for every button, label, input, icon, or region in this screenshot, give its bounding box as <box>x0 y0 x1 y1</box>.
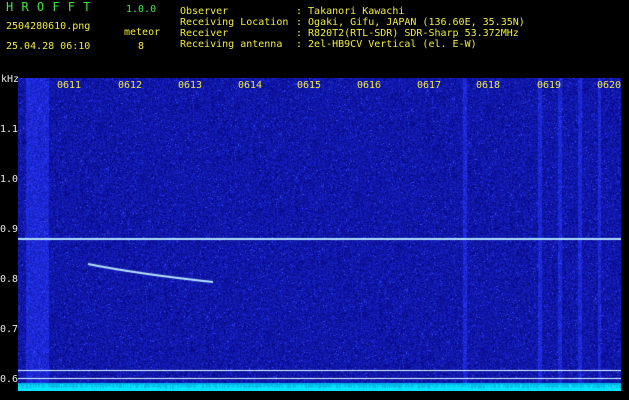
time-tick-label: 0613 <box>178 80 203 91</box>
time-tick-label: 0614 <box>238 80 263 91</box>
receiver-value: : R820T2(RTL-SDR) SDR-Sharp 53.372MHz <box>296 28 519 39</box>
freq-tick-label: 1.1 <box>0 124 19 135</box>
antenna-value: : 2el-HB9CV Vertical (el. E-W) <box>296 39 477 50</box>
time-tick-label: 0618 <box>476 80 501 91</box>
observer-value: : Takanori Kawachi <box>296 6 405 17</box>
app-title: H R O F F T <box>6 0 91 14</box>
observer-label: Observer <box>180 6 229 17</box>
location-label: Receiving Location <box>180 17 289 28</box>
file-name: 2504280610.png <box>6 21 91 32</box>
freq-tick-label: 0.9 <box>0 224 19 235</box>
meteor-count: 8 <box>138 41 145 52</box>
antenna-label: Receiving antenna <box>180 39 283 50</box>
app-version: 1.0.0 <box>126 4 157 15</box>
time-tick-label: 0615 <box>297 80 322 91</box>
date-time: 25.04.28 06:10 <box>6 41 91 52</box>
freq-tick-label: 0.6 <box>0 374 19 385</box>
freq-tick-label: 0.8 <box>0 274 19 285</box>
time-tick-label: 0619 <box>537 80 562 91</box>
header-panel: H R O F F T 1.0.0 2504280610.png 25.04.2… <box>0 0 629 76</box>
freq-tick-label: 0.7 <box>0 324 19 335</box>
time-tick-label: 0612 <box>118 80 143 91</box>
location-value: : Ogaki, Gifu, JAPAN (136.60E, 35.35N) <box>296 17 525 28</box>
time-tick-label: 0617 <box>417 80 442 91</box>
spectrogram <box>18 78 621 391</box>
freq-tick-label: 1.0 <box>0 174 19 185</box>
receiver-label: Receiver <box>180 28 229 39</box>
time-tick-label: 0611 <box>57 80 82 91</box>
time-tick-label: 0620 <box>597 80 622 91</box>
meteor-label: meteor <box>124 27 161 38</box>
unit-label: kHz <box>1 74 20 85</box>
time-tick-label: 0616 <box>357 80 382 91</box>
